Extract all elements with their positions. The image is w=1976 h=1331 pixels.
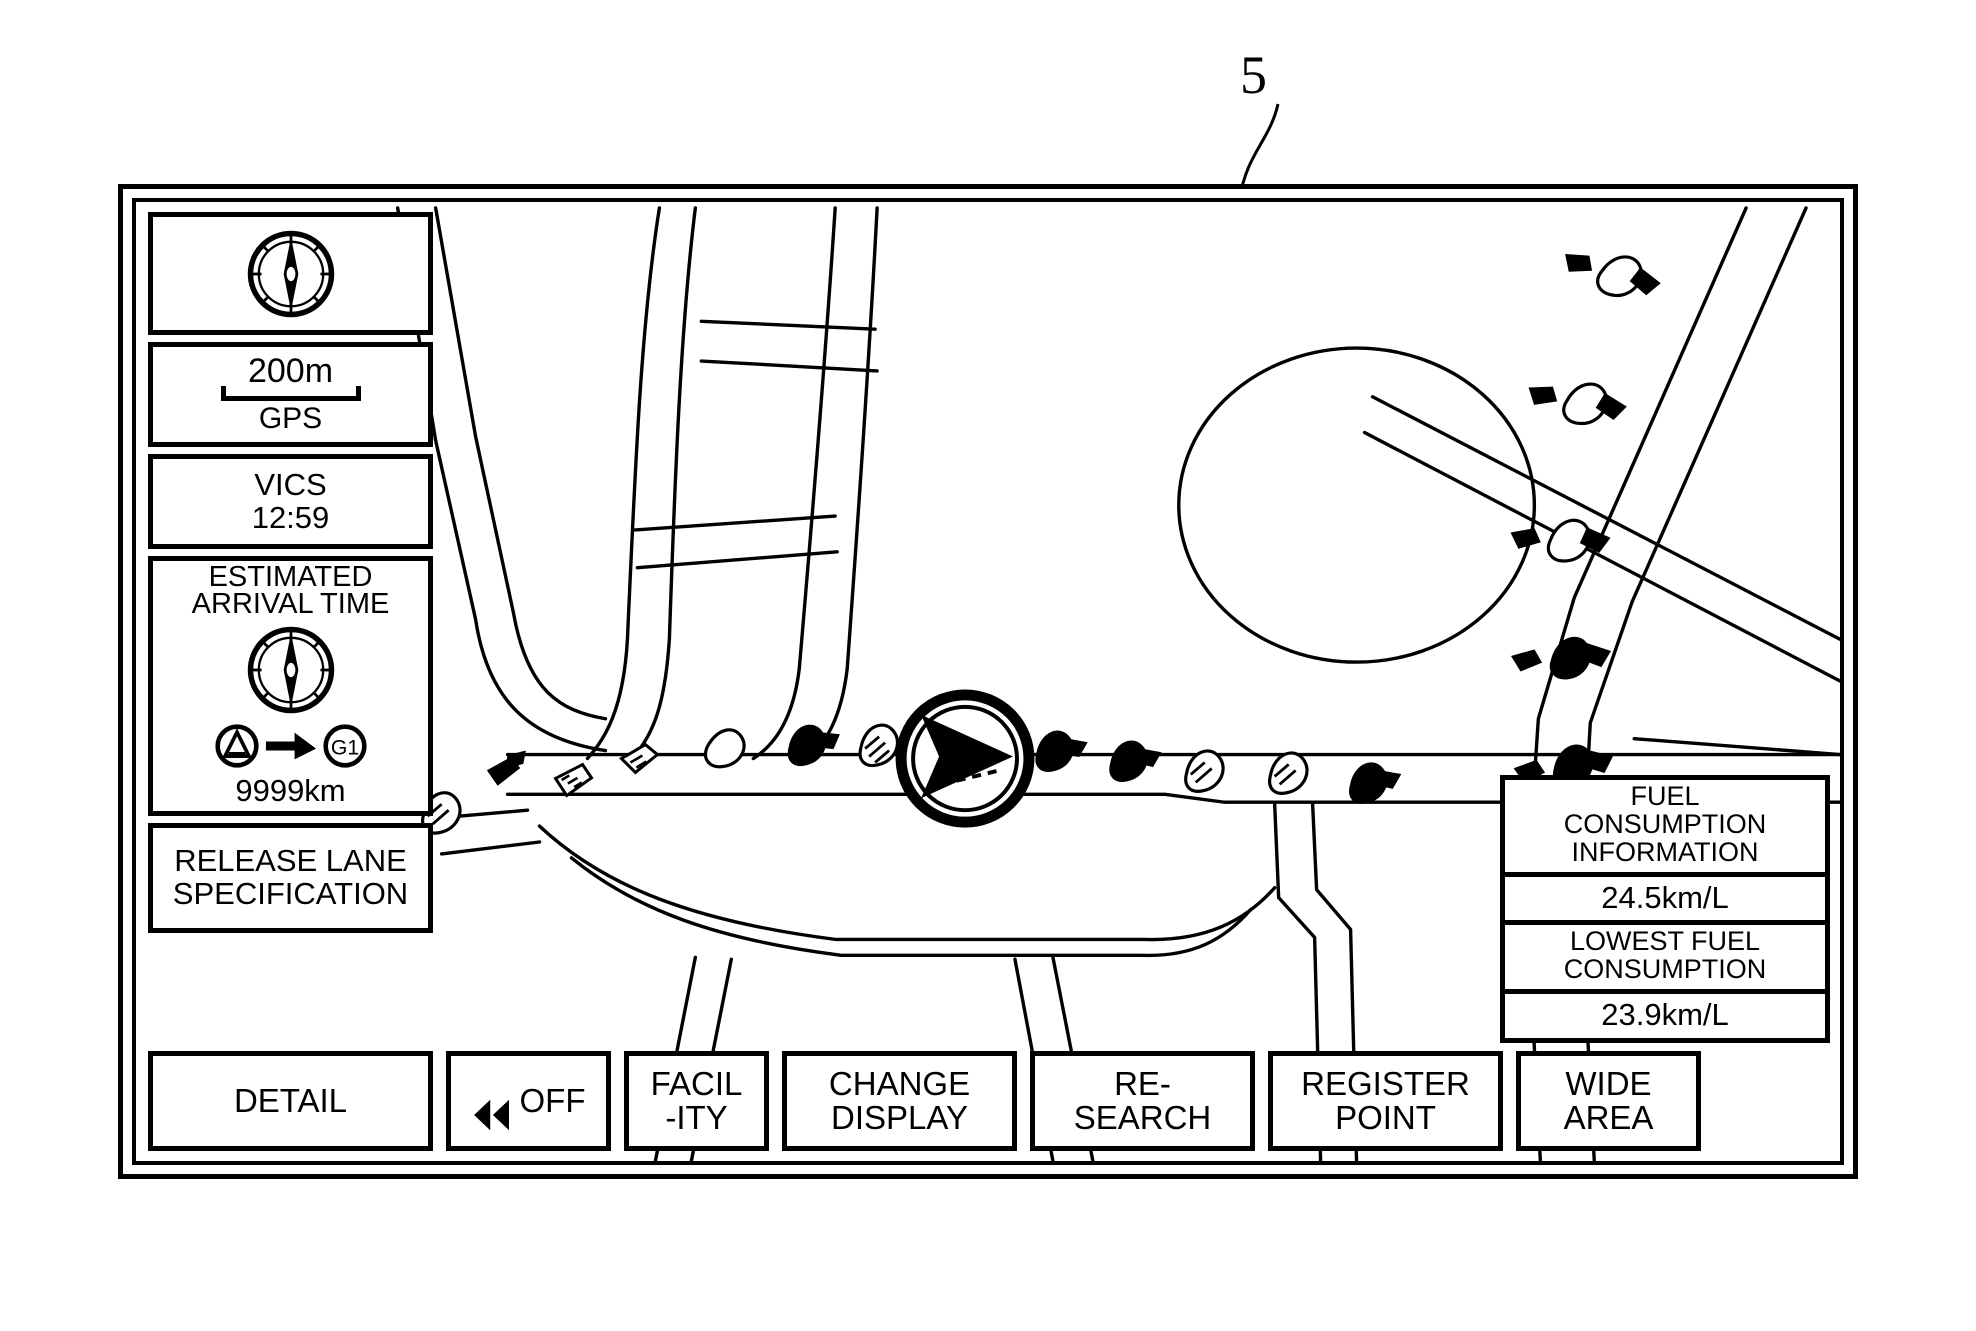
scale-ruler-icon bbox=[220, 386, 361, 402]
vics-panel[interactable]: VICS 12:59 bbox=[148, 454, 433, 549]
release-lane-specification-button[interactable]: RELEASE LANE SPECIFICATION bbox=[148, 823, 433, 933]
navigation-device-frame: 200m GPS VICS 12:59 ESTIMATED ARRIVAL TI… bbox=[118, 184, 1858, 1179]
re-search-button[interactable]: RE- SEARCH bbox=[1030, 1051, 1255, 1151]
wide-area-button[interactable]: WIDE AREA bbox=[1516, 1051, 1701, 1151]
change-display-button[interactable]: CHANGE DISPLAY bbox=[782, 1051, 1017, 1151]
fuel-title-line3: INFORMATION bbox=[1571, 836, 1759, 867]
figure-stage: 5 200m GPS VICS 12:59 ESTIMATED ARRIVAL … bbox=[0, 0, 1976, 1331]
off-button-label: OFF bbox=[519, 1081, 586, 1119]
lowest-title-line2: CONSUMPTION bbox=[1563, 954, 1767, 985]
estimated-arrival-time-panel[interactable]: ESTIMATED ARRIVAL TIME G1 9999km bbox=[148, 556, 433, 816]
figure-reference-number: 5 bbox=[1240, 45, 1267, 105]
eta-remaining-distance: 9999km bbox=[235, 772, 346, 808]
scale-bar: 200m GPS bbox=[220, 352, 361, 436]
svg-text:G1: G1 bbox=[330, 736, 358, 759]
vehicle-position-marker bbox=[895, 689, 1035, 828]
bottom-button-bar: DETAIL OFF FACIL -ITY CHANGE DISPLAY RE-… bbox=[148, 1051, 1830, 1151]
compass-rose-icon bbox=[153, 217, 428, 330]
fuel-title-line2: CONSUMPTION bbox=[1563, 808, 1767, 839]
right-arrow-icon bbox=[264, 729, 318, 768]
g1-circle-icon: G1 bbox=[322, 723, 368, 774]
map-scale-panel[interactable]: 200m GPS bbox=[148, 342, 433, 447]
vics-label: VICS bbox=[254, 466, 327, 502]
rewind-double-left-icon bbox=[472, 1064, 512, 1139]
lowest-title-line1: LOWEST FUEL bbox=[1569, 926, 1761, 957]
compass-clock-icon bbox=[245, 624, 337, 721]
fuel-title-line1: FUEL bbox=[1630, 781, 1700, 812]
detail-button[interactable]: DETAIL bbox=[148, 1051, 433, 1151]
scale-gps-label: GPS bbox=[258, 402, 323, 436]
lane-label-line1: RELEASE LANE bbox=[174, 843, 407, 879]
triangle-in-circle-icon bbox=[214, 723, 260, 774]
eta-title-line2: ARRIVAL TIME bbox=[191, 588, 390, 621]
eta-route-icons: G1 bbox=[214, 723, 368, 774]
off-button[interactable]: OFF bbox=[446, 1051, 611, 1151]
fuel-info-title: FUEL CONSUMPTION INFORMATION bbox=[1505, 780, 1825, 877]
vics-time: 12:59 bbox=[251, 499, 330, 535]
facility-button[interactable]: FACIL -ITY bbox=[624, 1051, 769, 1151]
navigation-screen: 200m GPS VICS 12:59 ESTIMATED ARRIVAL TI… bbox=[132, 198, 1844, 1165]
fuel-consumption-info-box[interactable]: FUEL CONSUMPTION INFORMATION 24.5km/L LO… bbox=[1500, 775, 1830, 1043]
compass-panel[interactable] bbox=[148, 212, 433, 335]
lowest-fuel-value: 23.9km/L bbox=[1601, 997, 1729, 1033]
lowest-fuel-title: LOWEST FUEL CONSUMPTION bbox=[1505, 925, 1825, 995]
register-point-button[interactable]: REGISTER POINT bbox=[1268, 1051, 1503, 1151]
fuel-current-value: 24.5km/L bbox=[1505, 877, 1825, 926]
scale-distance: 200m bbox=[247, 352, 334, 391]
lane-label-line2: SPECIFICATION bbox=[172, 876, 409, 911]
